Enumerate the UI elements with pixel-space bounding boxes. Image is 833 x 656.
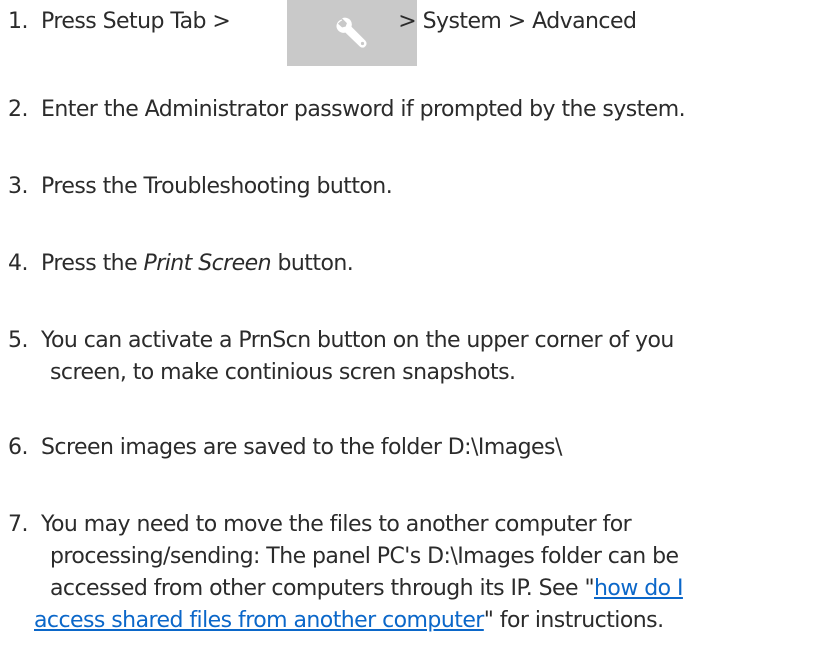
step-number: 2. xyxy=(8,97,28,122)
step-number: 3. xyxy=(8,174,28,199)
step-text: You can activate a PrnScn button on the … xyxy=(41,328,674,353)
step-text: Press the Troubleshooting button. xyxy=(41,174,393,199)
step-text: > System > Advanced xyxy=(398,9,637,34)
step-number: 1. xyxy=(8,9,28,34)
step-text: Enter the Administrator password if prom… xyxy=(41,97,686,122)
step-6: 6. Screen images are saved to the folder … xyxy=(8,432,562,464)
step-number: 6. xyxy=(8,435,28,460)
step-text: You may need to move the files to anothe… xyxy=(41,512,632,537)
step-text: Press Setup Tab > xyxy=(41,9,231,34)
step-text: Screen images are saved to the folder D:… xyxy=(41,435,562,460)
step-number: 5. xyxy=(8,328,28,353)
step-text: accessed from other computers through it… xyxy=(50,576,595,601)
step-3: 3. Press the Troubleshooting button. xyxy=(8,171,393,203)
step-number: 7. xyxy=(8,512,28,537)
step-1: 1. Press Setup Tab > > System > Advanced xyxy=(8,6,637,38)
shared-files-link[interactable]: how do I xyxy=(594,576,683,601)
step-number: 4. xyxy=(8,251,28,276)
step-4: 4. Press the Print Screen button. xyxy=(8,248,354,280)
step-7: 7. You may need to move the files to anot… xyxy=(8,509,683,637)
shared-files-link-cont[interactable]: access shared files from another compute… xyxy=(34,608,484,633)
step-text: processing/sending: The panel PC's D:\Im… xyxy=(50,544,679,569)
step-text: button. xyxy=(277,251,354,276)
step-text: " for instructions. xyxy=(483,608,664,633)
step-text: Press the xyxy=(41,251,138,276)
step-text: screen, to make continious scren snapsho… xyxy=(50,360,516,385)
print-screen-label: Print Screen xyxy=(143,251,272,276)
step-5: 5. You can activate a PrnScn button on th… xyxy=(8,325,674,389)
step-2: 2. Enter the Administrator password if pr… xyxy=(8,94,686,126)
